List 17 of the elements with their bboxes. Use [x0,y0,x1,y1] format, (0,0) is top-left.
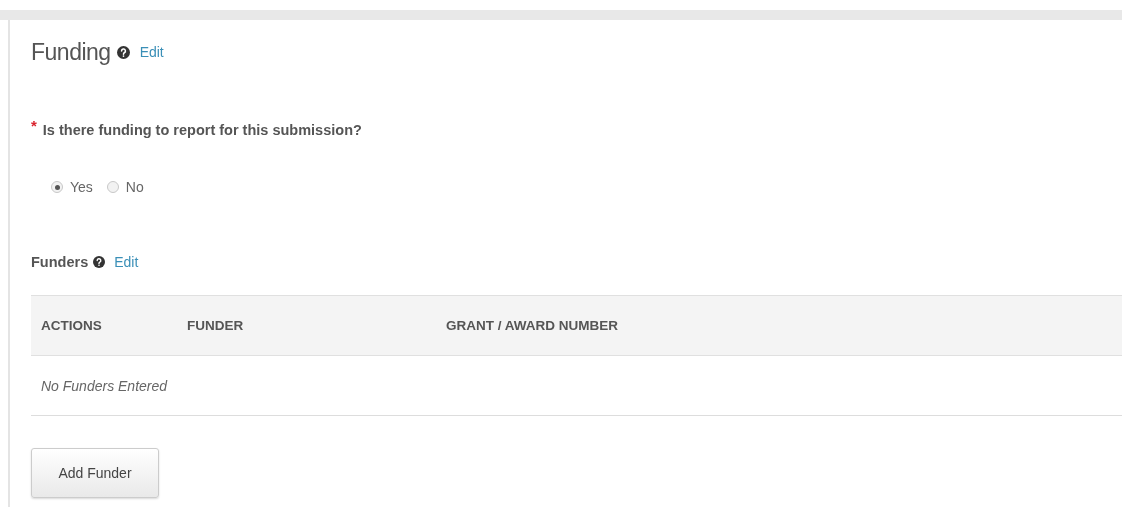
funders-heading: Funders [31,254,89,270]
column-header: GRANT / AWARD NUMBER [436,295,1122,356]
required-mark: * [31,117,37,134]
radio-option[interactable]: Yes [51,179,93,195]
radio-option[interactable]: No [106,179,144,195]
radio-button[interactable] [51,181,63,193]
column-header: ACTIONS [31,295,177,356]
radio-button[interactable] [106,181,119,193]
edit-link[interactable]: Edit [139,44,164,60]
column-header: FUNDER [177,295,436,356]
help-icon[interactable] [116,45,130,59]
help-icon[interactable] [93,256,106,268]
empty-table-message: No Funders Entered [31,355,1122,416]
add-funder-button[interactable]: Add Funder [31,448,159,498]
section-title: Funding [31,38,111,66]
question-label: Is there funding to report for this submission? [42,121,362,138]
edit-link[interactable]: Edit [114,254,139,270]
